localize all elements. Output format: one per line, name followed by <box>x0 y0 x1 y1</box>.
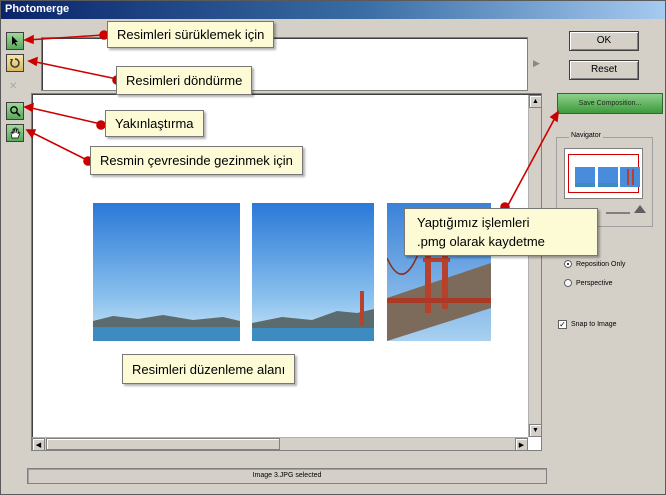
scroll-left-icon[interactable]: ◀ <box>32 438 45 451</box>
perspective-label: Perspective <box>576 279 613 287</box>
status-bar: Image 3.JPG selected <box>27 468 547 484</box>
rotate-icon <box>10 58 20 68</box>
save-composition-button[interactable]: Save Composition... <box>557 93 663 114</box>
reset-button[interactable]: Reset <box>569 60 639 80</box>
navigator-label: Navigator <box>569 132 603 139</box>
perspective-radio[interactable] <box>564 279 572 287</box>
callout-pan: Resmin çevresinde gezinmek için <box>90 146 303 175</box>
ok-button[interactable]: OK <box>569 31 639 51</box>
title-bar: Photomerge <box>1 1 665 19</box>
zoom-in-mountain-icon[interactable] <box>634 205 646 213</box>
navigator-zoom-slider[interactable] <box>606 212 630 214</box>
snap-to-image-checkbox[interactable]: ✓ <box>558 320 567 329</box>
snap-to-image-label: Snap to Image <box>571 321 617 328</box>
callout-edit-area: Resimleri düzenleme alanı <box>122 354 296 384</box>
panorama-image-1[interactable] <box>93 203 240 341</box>
navigator-preview[interactable] <box>564 148 643 199</box>
rotate-tool-button[interactable] <box>6 54 24 72</box>
scroll-right-icon[interactable]: ▶ <box>515 438 528 451</box>
navigator-thumb-2 <box>598 167 618 187</box>
callout-zoom: Yakınlaştırma <box>105 110 204 137</box>
reposition-only-radio[interactable] <box>564 260 572 268</box>
horizontal-scroll-thumb[interactable] <box>46 438 280 450</box>
snap-to-image-option[interactable]: ✓ Snap to Image <box>558 320 617 329</box>
callout-save: Yaptığımız işlemleri .pmg olarak kaydetm… <box>404 208 598 256</box>
callout-drag: Resimleri sürüklemek için <box>107 21 275 48</box>
hand-tool-button[interactable] <box>6 124 24 142</box>
window-title: Photomerge <box>5 3 70 15</box>
arrow-pointer-icon <box>12 36 18 46</box>
magnifier-icon <box>10 106 21 117</box>
horizontal-scrollbar[interactable]: ◀ ▶ <box>32 437 528 451</box>
navigator-thumb-1 <box>575 167 595 187</box>
select-tool-button[interactable] <box>6 32 24 50</box>
scroll-down-icon[interactable]: ▼ <box>529 424 542 437</box>
perspective-option[interactable]: Perspective <box>564 279 613 287</box>
callout-rotate: Resimleri döndürme <box>116 66 253 95</box>
scroll-up-icon[interactable]: ▲ <box>529 95 542 108</box>
reposition-only-label: Reposition Only <box>576 260 626 268</box>
zoom-tool-button[interactable] <box>6 102 24 120</box>
disabled-tool-icon: ✕ <box>9 81 18 92</box>
vertical-scrollbar[interactable]: ▲ ▼ <box>528 95 542 437</box>
reposition-only-option[interactable]: Reposition Only <box>564 260 625 268</box>
lightbox-scroll-arrow-icon[interactable]: ▶ <box>533 58 540 69</box>
panorama-image-2[interactable] <box>252 203 374 341</box>
hand-icon <box>10 127 21 139</box>
navigator-thumb-3 <box>620 167 640 187</box>
